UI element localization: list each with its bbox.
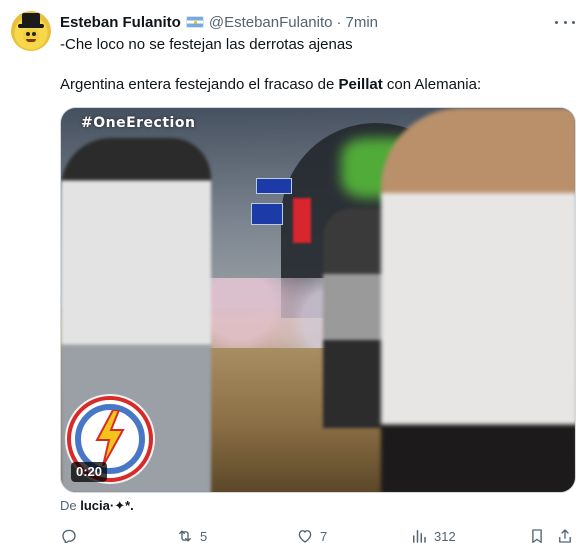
tweet-header: Esteban Fulanito @EstebanFulanito · 7min [60, 12, 378, 32]
views-chart-icon [413, 530, 426, 543]
author-display-name[interactable]: Esteban Fulanito [60, 14, 181, 31]
retweet-button[interactable]: 5 [176, 526, 207, 543]
like-button[interactable]: 7 [296, 526, 327, 543]
avatar[interactable] [11, 11, 51, 51]
tweet-text-line-1: -Che loco no se festejan las derrotas aj… [60, 36, 353, 53]
more-options-icon[interactable] [555, 14, 575, 30]
separator-dot: · [336, 13, 342, 31]
views-count: 312 [434, 528, 456, 543]
mention-peillat: Peillat [338, 76, 383, 93]
heart-icon [298, 530, 312, 543]
views-button[interactable]: 312 [410, 526, 456, 543]
share-icon [559, 529, 571, 543]
tweet-timestamp[interactable]: 7min [345, 14, 378, 31]
attribution-author-link[interactable]: lucia·✦*. [80, 498, 134, 513]
bookmark-icon [532, 529, 542, 543]
retweet-count: 5 [200, 528, 208, 543]
like-count: 7 [320, 528, 328, 543]
share-button[interactable] [556, 526, 574, 543]
reply-icon [62, 529, 76, 543]
author-handle[interactable]: @EstebanFulanito [209, 14, 333, 31]
reply-button[interactable] [60, 526, 78, 543]
video-hashtag-overlay: #OneErection [81, 115, 196, 131]
retweet-icon [179, 530, 191, 542]
video-player[interactable]: #OneErection 0:20 [60, 107, 576, 493]
argentina-flag-icon [185, 16, 204, 28]
tweet-text-line-2: Argentina entera festejando el fracaso d… [60, 76, 482, 93]
tweet-actions-bar: 5 7 312 [60, 526, 576, 543]
video-attribution: De lucia·✦*. [60, 498, 134, 513]
bookmark-button[interactable] [528, 526, 546, 543]
tweet: Esteban Fulanito @EstebanFulanito · 7min… [0, 0, 583, 543]
video-duration: 0:20 [71, 462, 108, 482]
